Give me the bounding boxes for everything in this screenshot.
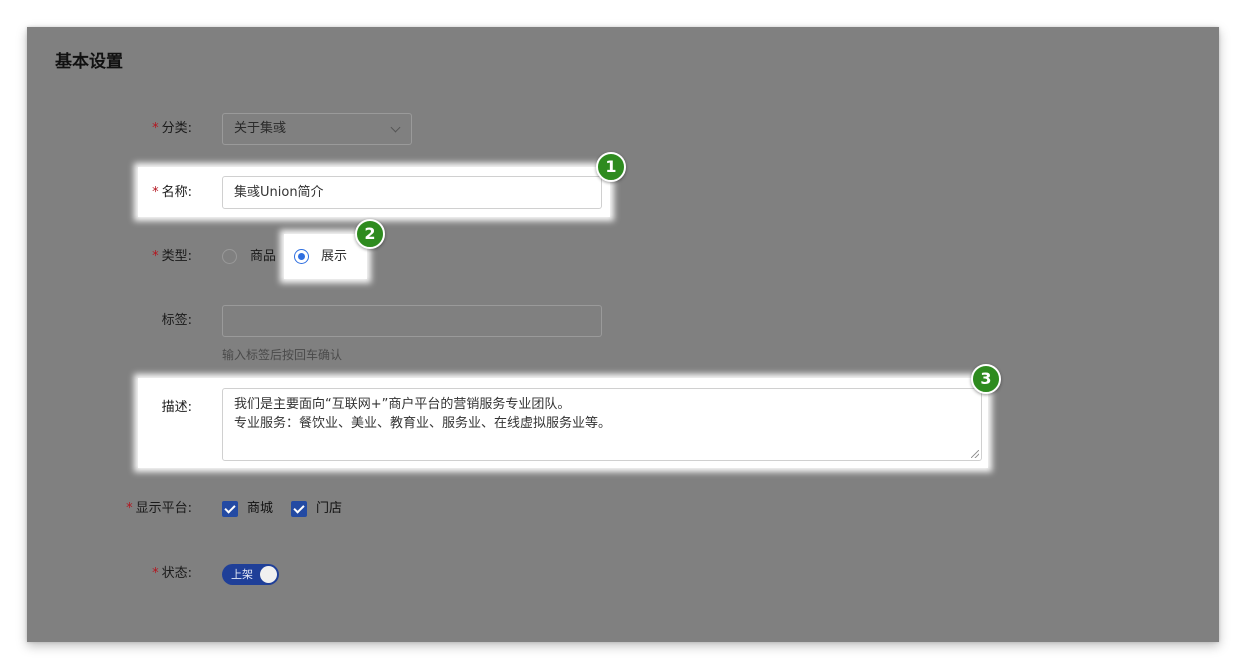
settings-panel: 基本设置 * 分类: 关于集彧 * 名称: 集彧Union简介 * 类型: 商品 展示… xyxy=(27,27,1219,642)
description-line-1: 我们是主要面向“互联网+”商户平台的营销服务专业团队。 xyxy=(234,397,571,412)
type-option-display-label[interactable]: 展示 xyxy=(321,249,347,265)
type-option-goods-label[interactable]: 商品 xyxy=(250,249,276,265)
toggle-knob xyxy=(260,566,277,583)
annotation-badge-3: 3 xyxy=(971,364,1001,394)
chevron-down-icon xyxy=(390,122,401,133)
resize-handle[interactable] xyxy=(971,450,979,458)
name-label: * 名称: xyxy=(152,185,192,200)
description-line-2: 专业服务：餐饮业、美业、教育业、服务业、在线虚拟服务业等。 xyxy=(234,416,612,431)
status-toggle[interactable]: 上架 xyxy=(222,564,279,585)
platform-label: * 显示平台: xyxy=(126,501,192,516)
category-label: * 分类: xyxy=(152,121,192,136)
description-textarea[interactable]: 我们是主要面向“互联网+”商户平台的营销服务专业团队。 专业服务：餐饮业、美业、… xyxy=(222,388,982,461)
type-radio-display[interactable] xyxy=(294,249,309,264)
annotation-badge-1: 1 xyxy=(596,152,626,182)
section-title: 基本设置 xyxy=(55,52,123,72)
status-toggle-text: 上架 xyxy=(231,568,253,581)
type-label: * 类型: xyxy=(152,249,192,264)
annotation-badge-2: 2 xyxy=(355,219,385,249)
platform-store-checkbox[interactable] xyxy=(291,501,307,517)
platform-store-label[interactable]: 门店 xyxy=(316,501,342,517)
platform-mall-label[interactable]: 商城 xyxy=(247,501,273,517)
status-label: * 状态: xyxy=(152,566,192,581)
description-label: 描述: xyxy=(161,400,192,415)
name-input[interactable]: 集彧Union简介 xyxy=(222,176,602,209)
tags-hint: 输入标签后按回车确认 xyxy=(222,348,343,362)
tags-input[interactable] xyxy=(222,305,602,337)
type-radio-goods[interactable] xyxy=(222,249,237,264)
tags-label: 标签: xyxy=(161,313,192,328)
category-select[interactable]: 关于集彧 xyxy=(222,113,412,145)
platform-mall-checkbox[interactable] xyxy=(222,501,238,517)
category-select-value: 关于集彧 xyxy=(234,121,287,136)
